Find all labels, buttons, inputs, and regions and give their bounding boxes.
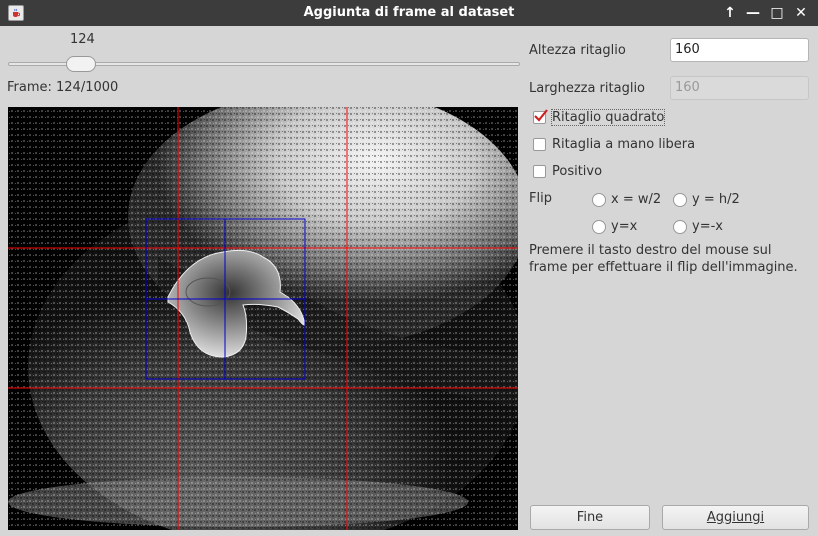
freehand-crop-label: Ritaglia a mano libera bbox=[552, 137, 696, 152]
positive-label: Positivo bbox=[552, 164, 603, 179]
positive-box[interactable] bbox=[533, 165, 546, 178]
frame-image[interactable] bbox=[8, 107, 518, 530]
square-crop-box[interactable] bbox=[533, 109, 548, 124]
arrow-up-icon[interactable]: ↑ bbox=[720, 3, 740, 23]
frame-viewport[interactable] bbox=[8, 107, 518, 530]
dialog-content: 124 Frame: 124/1000 Altezza ritaglio 160… bbox=[0, 26, 818, 536]
crop-width-field: 160 bbox=[670, 76, 809, 100]
crop-height-label: Altezza ritaglio bbox=[529, 43, 626, 58]
radio-circle[interactable] bbox=[673, 193, 687, 207]
maximize-button[interactable]: □ bbox=[767, 3, 787, 23]
flip-label: Flip bbox=[529, 191, 552, 206]
slider-thumb[interactable] bbox=[66, 56, 96, 72]
frame-slider[interactable]: 124 bbox=[6, 32, 520, 72]
finish-button[interactable]: Fine bbox=[530, 505, 650, 530]
minimize-button[interactable]: — bbox=[743, 3, 763, 23]
radio-label: y=x bbox=[611, 219, 638, 234]
check-mark-icon bbox=[534, 109, 548, 122]
frame-noise bbox=[8, 107, 518, 530]
crop-width-label: Larghezza ritaglio bbox=[529, 81, 646, 96]
radio-circle[interactable] bbox=[673, 220, 687, 234]
close-button[interactable]: ✕ bbox=[791, 3, 811, 23]
title-bar: Aggiunta di frame al dataset ↑ — □ ✕ bbox=[0, 0, 818, 26]
frame-counter: Frame: 124/1000 bbox=[7, 80, 119, 95]
radio-circle[interactable] bbox=[592, 220, 606, 234]
radio-label: y = h/2 bbox=[692, 192, 740, 207]
window-title: Aggiunta di frame al dataset bbox=[303, 5, 515, 20]
square-crop-label: Ritaglio quadrato bbox=[550, 109, 666, 126]
add-button[interactable]: Aggiungi bbox=[662, 505, 809, 530]
flip-hint-text: Premere il tasto destro del mouse sul fr… bbox=[529, 243, 798, 275]
radio-circle[interactable] bbox=[592, 193, 606, 207]
crop-height-field[interactable]: 160 bbox=[670, 38, 809, 62]
radio-label: x = w/2 bbox=[611, 192, 662, 207]
slider-value-label: 124 bbox=[70, 32, 95, 47]
freehand-crop-box[interactable] bbox=[533, 138, 546, 151]
radio-label: y=-x bbox=[692, 219, 723, 234]
